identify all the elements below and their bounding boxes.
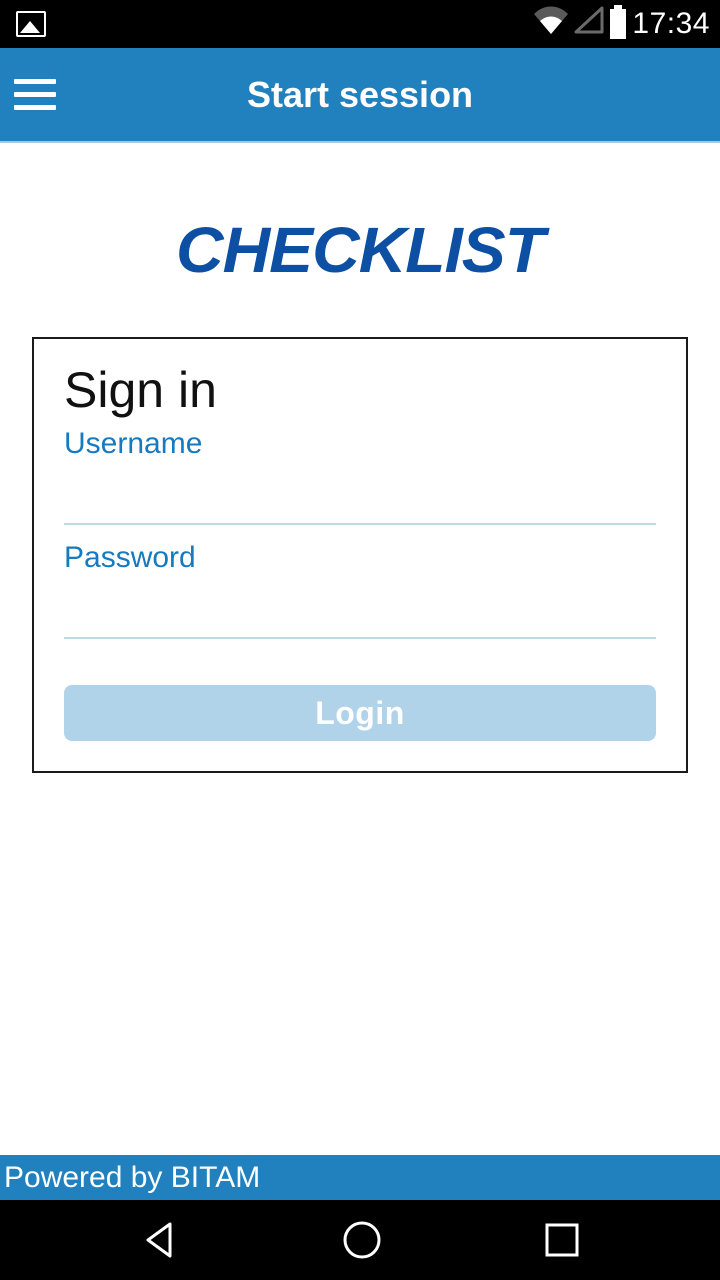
home-icon[interactable] [341, 1219, 383, 1261]
brand-logo-text: CHECKLIST [0, 213, 720, 287]
android-nav-bar [0, 1200, 720, 1280]
password-field[interactable] [64, 575, 656, 639]
main-content: CHECKLIST Sign in Username Password Logi… [0, 143, 720, 1155]
login-button[interactable]: Login [64, 685, 656, 741]
password-label: Password [64, 541, 656, 575]
picture-notification-icon [16, 11, 46, 37]
signin-box: Sign in Username Password Login [32, 337, 688, 773]
footer-bar: Powered by BITAM [0, 1155, 720, 1200]
recent-apps-icon[interactable] [544, 1222, 580, 1258]
signin-heading: Sign in [64, 361, 656, 419]
footer-text: Powered by BITAM [4, 1161, 260, 1195]
wifi-icon [534, 6, 568, 42]
back-icon[interactable] [140, 1220, 180, 1260]
cellular-icon [574, 6, 604, 42]
username-label: Username [64, 427, 656, 461]
username-field[interactable] [64, 461, 656, 525]
status-right: 17:34 [534, 6, 710, 42]
android-status-bar: 17:34 [0, 0, 720, 48]
battery-icon [610, 9, 626, 39]
page-title: Start session [14, 74, 706, 116]
app-header: Start session [0, 48, 720, 143]
status-left [10, 11, 46, 37]
status-clock: 17:34 [632, 7, 710, 41]
